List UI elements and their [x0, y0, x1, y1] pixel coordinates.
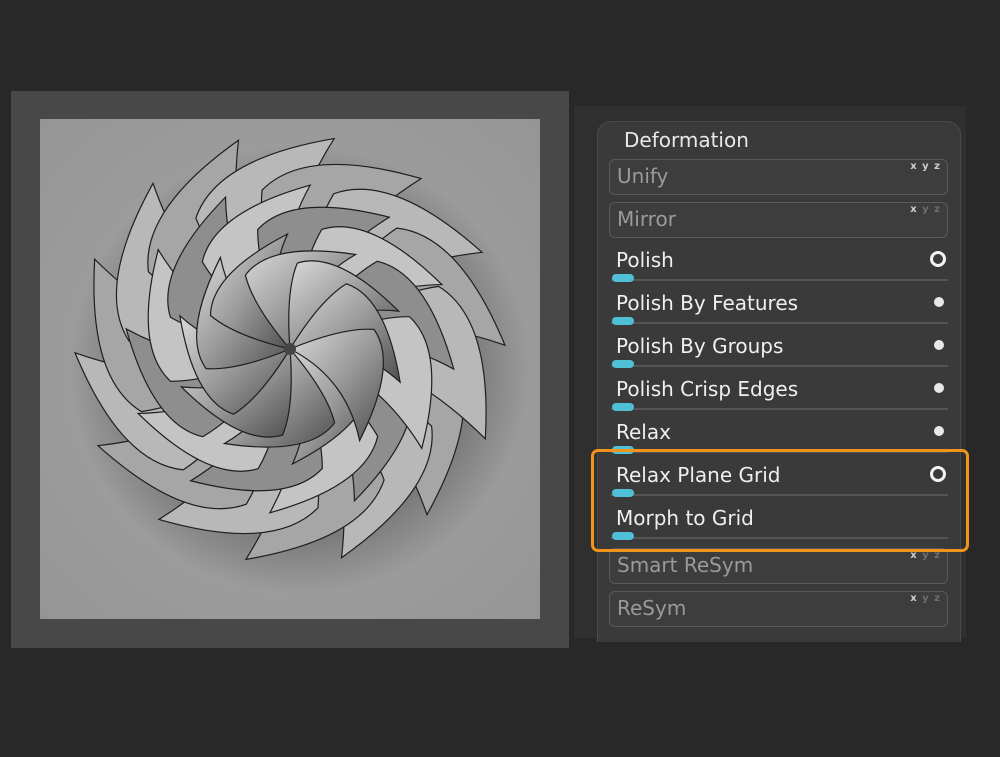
- dot-toggle-icon[interactable]: [934, 340, 944, 350]
- polish-by-groups-label: Polish By Groups: [616, 334, 783, 358]
- polish-by-groups-slider[interactable]: Polish By Groups: [611, 331, 948, 369]
- deformation-panel: Deformation Unify x y z Mirror x y z Pol…: [597, 121, 961, 642]
- smart-resym-label: Smart ReSym: [617, 553, 753, 577]
- polish-crisp-edges-label: Polish Crisp Edges: [616, 377, 798, 401]
- relax-label: Relax: [616, 420, 671, 444]
- flower-center: [284, 343, 296, 355]
- dot-toggle-icon[interactable]: [934, 297, 944, 307]
- mirror-button[interactable]: Mirror x y z: [609, 202, 948, 238]
- smart-resym-button[interactable]: Smart ReSym x y z: [609, 548, 948, 584]
- unify-button[interactable]: Unify x y z: [609, 159, 948, 195]
- slider-knob[interactable]: [612, 403, 634, 411]
- xyz-axis-icon[interactable]: x y z: [910, 204, 941, 215]
- orange-highlight-box: [591, 449, 969, 552]
- resym-button[interactable]: ReSym x y z: [609, 591, 948, 627]
- dot-toggle-icon[interactable]: [934, 426, 944, 436]
- slider-track[interactable]: [611, 365, 948, 367]
- sculpt-canvas[interactable]: [40, 119, 540, 619]
- slider-track[interactable]: [611, 279, 948, 281]
- xyz-axis-icon[interactable]: x y z: [910, 593, 941, 604]
- polish-crisp-edges-slider[interactable]: Polish Crisp Edges: [611, 374, 948, 412]
- viewport-frame: [11, 91, 569, 648]
- dot-toggle-icon[interactable]: [934, 383, 944, 393]
- ring-toggle-icon[interactable]: [930, 251, 946, 267]
- polish-label: Polish: [616, 248, 674, 272]
- panel-title[interactable]: Deformation: [624, 128, 749, 152]
- unify-label: Unify: [617, 164, 668, 188]
- flower-sculpt-image: [40, 119, 540, 619]
- xyz-axis-icon[interactable]: x y z: [910, 161, 941, 172]
- polish-by-features-slider[interactable]: Polish By Features: [611, 288, 948, 326]
- polish-slider[interactable]: Polish: [611, 245, 948, 283]
- resym-label: ReSym: [617, 596, 686, 620]
- mirror-label: Mirror: [617, 207, 676, 231]
- slider-knob[interactable]: [612, 274, 634, 282]
- slider-knob[interactable]: [612, 360, 634, 368]
- slider-track[interactable]: [611, 322, 948, 324]
- polish-by-features-label: Polish By Features: [616, 291, 798, 315]
- slider-track[interactable]: [611, 408, 948, 410]
- slider-knob[interactable]: [612, 317, 634, 325]
